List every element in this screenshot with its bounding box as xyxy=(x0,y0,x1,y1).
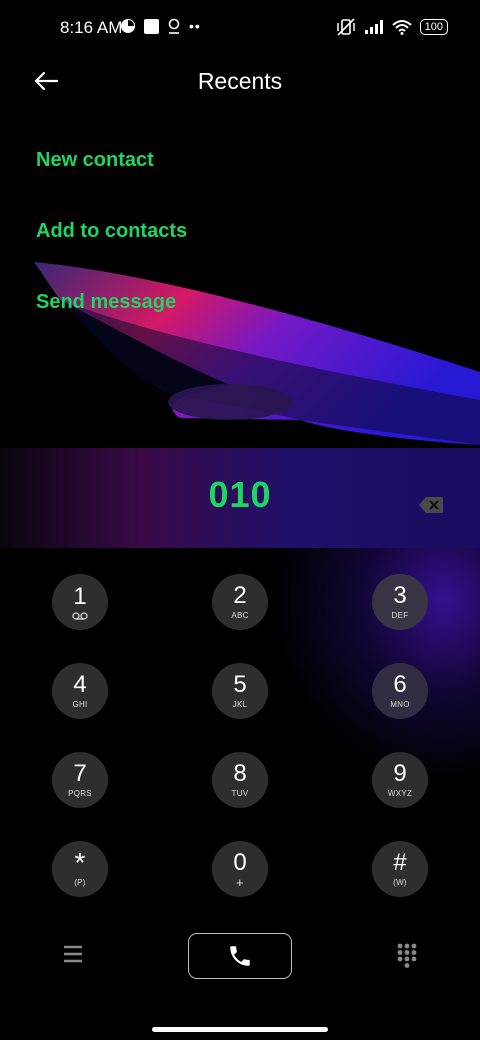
more-dots-icon: •• xyxy=(189,18,201,34)
square-notification-icon xyxy=(144,18,159,34)
key-9[interactable]: 9 WXYZ xyxy=(372,752,428,808)
status-time: 8:16 AM xyxy=(60,18,123,37)
key-letters: (P) xyxy=(74,878,86,887)
battery-icon: 100 xyxy=(419,19,448,35)
key-letters: ABC xyxy=(231,611,249,620)
key-digit: 8 xyxy=(233,760,247,787)
key-digit: 3 xyxy=(393,582,407,609)
key-3[interactable]: 3 DEF xyxy=(372,574,428,630)
key-1[interactable]: 1 xyxy=(52,574,108,630)
location-pin-icon xyxy=(168,18,180,34)
key-star[interactable]: * (P) xyxy=(52,841,108,897)
key-letters: + xyxy=(236,875,244,890)
status-bar: 8:16 AM •• 100 xyxy=(0,0,480,56)
new-contact-option[interactable]: New contact xyxy=(36,140,187,211)
page-title: Recents xyxy=(197,68,283,94)
key-digit: 4 xyxy=(73,671,87,698)
key-digit: * xyxy=(74,847,86,878)
key-letters: MNO xyxy=(390,700,410,709)
dialer-bottom-bar xyxy=(0,930,480,980)
data-saver-icon xyxy=(121,19,135,33)
key-digit: 6 xyxy=(393,671,407,698)
key-letters: PQRS xyxy=(68,789,92,798)
key-digit: 0 xyxy=(233,849,247,876)
key-digit: 5 xyxy=(233,671,247,698)
key-pound[interactable]: # (W) xyxy=(372,841,428,897)
key-6[interactable]: 6 MNO xyxy=(372,663,428,719)
key-8[interactable]: 8 TUV xyxy=(212,752,268,808)
number-options-menu: New contact Add to contacts Send message xyxy=(36,140,187,353)
key-digit: 7 xyxy=(73,760,87,787)
add-to-contacts-option[interactable]: Add to contacts xyxy=(36,211,187,282)
phone-icon xyxy=(230,946,250,966)
wifi-icon xyxy=(391,20,412,35)
top-app-bar: Recents xyxy=(0,56,480,106)
backspace-icon[interactable] xyxy=(418,496,444,514)
key-letters: GHI xyxy=(72,700,88,709)
key-letters: DEF xyxy=(391,611,409,620)
key-letters: WXYZ xyxy=(387,789,413,798)
call-button[interactable] xyxy=(188,933,292,979)
key-5[interactable]: 5 JKL xyxy=(212,663,268,719)
voicemail-icon xyxy=(72,611,88,620)
key-4[interactable]: 4 GHI xyxy=(52,663,108,719)
key-letters: JKL xyxy=(232,700,248,709)
key-2[interactable]: 2 ABC xyxy=(212,574,268,630)
hamburger-icon[interactable] xyxy=(62,944,84,964)
signal-icon xyxy=(364,20,383,34)
key-0[interactable]: 0 + xyxy=(212,841,268,897)
key-digit: 2 xyxy=(233,582,247,609)
dialpad-icon[interactable] xyxy=(396,942,418,968)
key-digit: 9 xyxy=(393,760,407,787)
vibrate-off-icon xyxy=(336,18,355,36)
home-indicator[interactable] xyxy=(152,1027,328,1032)
key-7[interactable]: 7 PQRS xyxy=(52,752,108,808)
key-digit: # xyxy=(393,849,407,876)
dialed-number: 010 xyxy=(208,474,272,515)
send-message-option[interactable]: Send message xyxy=(36,282,187,353)
key-letters: TUV xyxy=(231,789,249,798)
key-letters: (W) xyxy=(393,878,407,887)
dialed-number-display: 010 xyxy=(0,448,480,548)
key-digit: 1 xyxy=(73,582,87,610)
